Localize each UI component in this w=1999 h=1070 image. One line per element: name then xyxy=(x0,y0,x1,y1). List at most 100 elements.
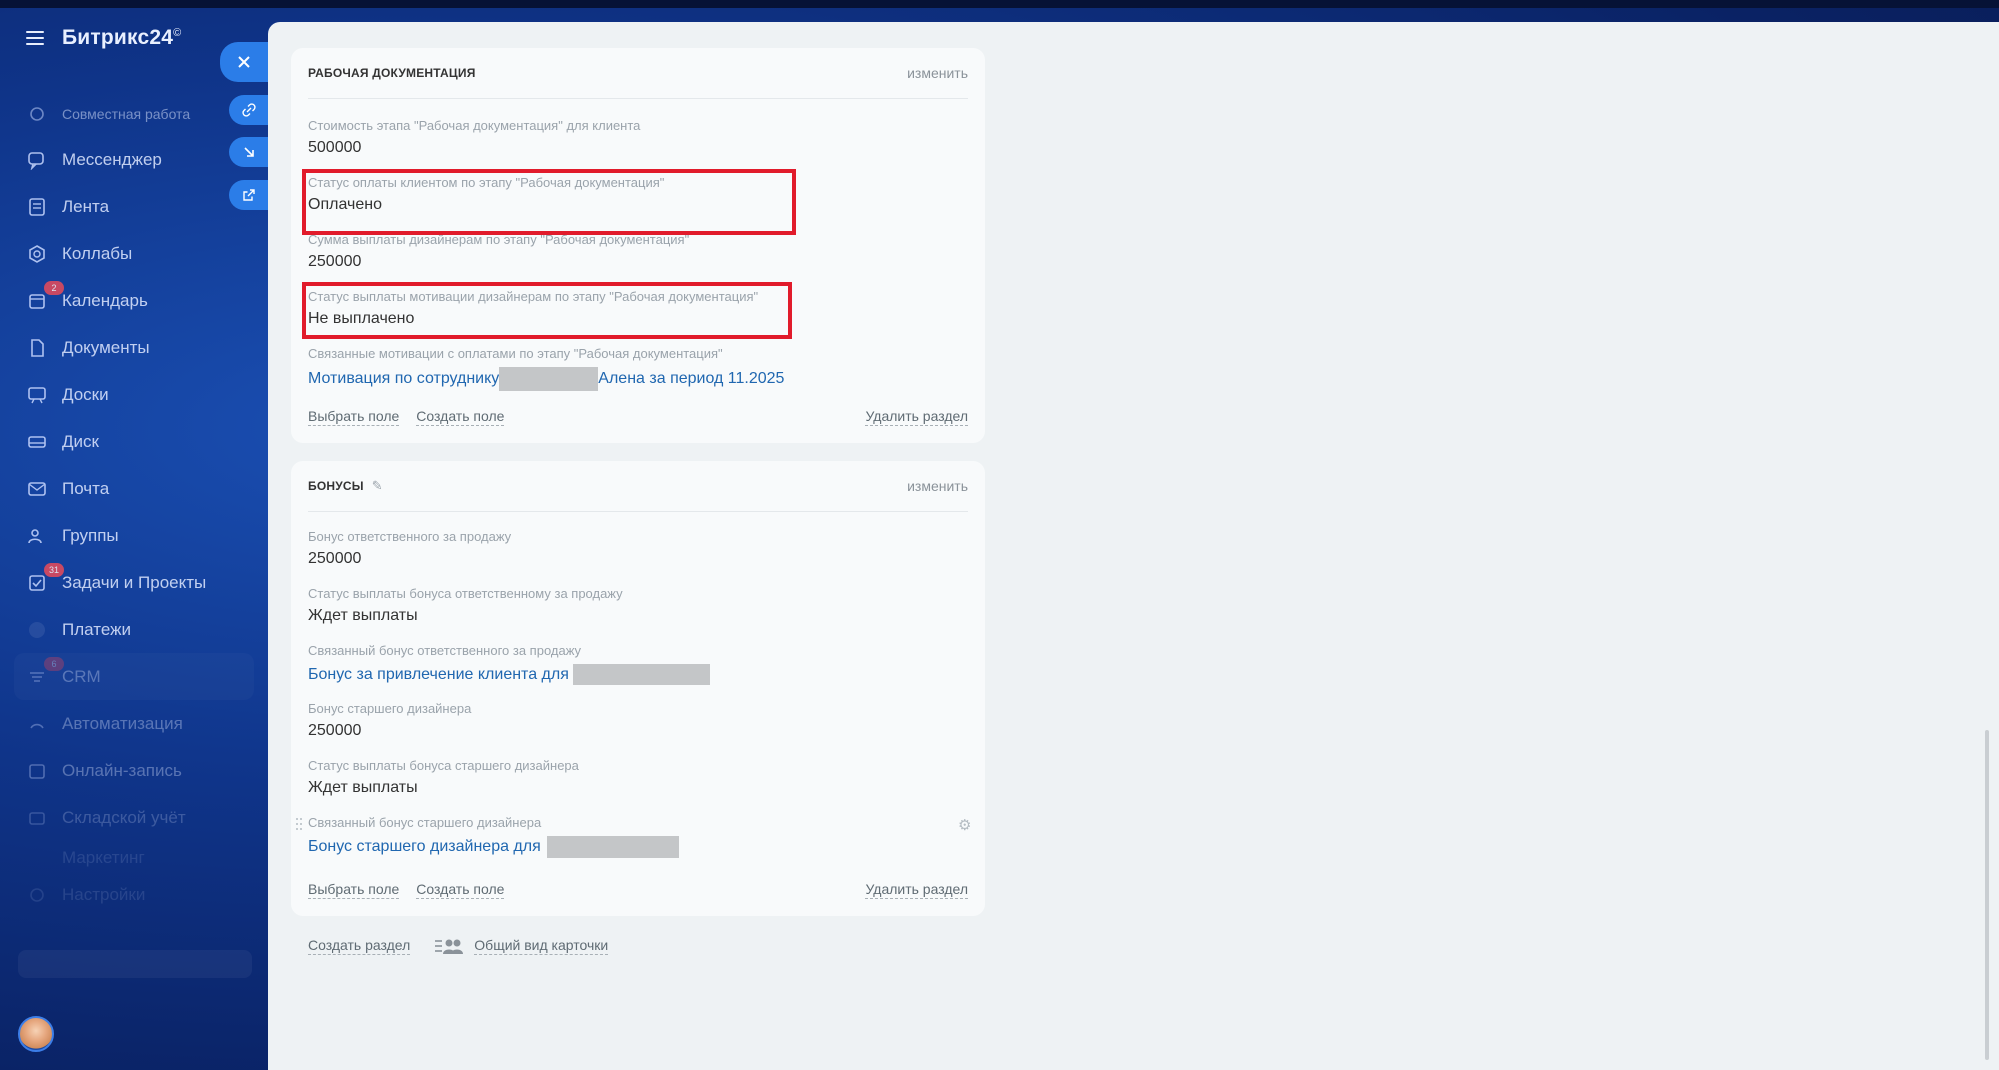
sidebar-item-label: Совместная работа xyxy=(62,106,191,122)
create-section-link[interactable]: Создать раздел xyxy=(308,937,411,955)
documents-icon xyxy=(26,337,48,359)
field-sales-bonus[interactable]: Бонус ответственного за продажу 250000 xyxy=(308,529,511,568)
menu-burger-icon[interactable] xyxy=(26,31,44,45)
mail-icon xyxy=(26,478,48,500)
field-value: 250000 xyxy=(308,253,362,270)
delete-section-link[interactable]: Удалить раздел xyxy=(865,881,968,899)
field-value: Ждет выплаты xyxy=(308,779,418,796)
copy-link-button[interactable] xyxy=(229,95,268,125)
brand: Битрикс24© xyxy=(26,26,181,50)
field-label: Статус выплаты бонуса старшего дизайнера xyxy=(308,758,579,773)
sidebar-item-label: Документы xyxy=(62,337,150,357)
close-slider-button[interactable] xyxy=(220,42,268,82)
select-field-link[interactable]: Выбрать поле xyxy=(308,408,400,426)
field-label: Стоимость этапа "Рабочая документация" д… xyxy=(308,118,641,133)
sidebar-item-collabs[interactable]: Коллабы xyxy=(14,230,254,277)
sidebar-item-label: Лента xyxy=(62,196,110,216)
field-senior-designer-bonus[interactable]: Бонус старшего дизайнера 250000 xyxy=(308,701,471,740)
field-label: Статус выплаты бонуса ответственному за … xyxy=(308,586,623,601)
inventory-icon xyxy=(26,807,48,829)
sidebar-item-feed[interactable]: Лента xyxy=(14,183,254,230)
sidebar-item-documents[interactable]: Документы xyxy=(14,324,254,371)
create-field-link[interactable]: Создать поле xyxy=(416,408,505,426)
senior-designer-bonus-link-text[interactable]: Бонус старшего дизайнера для xyxy=(308,838,541,856)
field-label: Связанный бонус ответственного за продаж… xyxy=(308,643,582,658)
sidebar-item-label: Доски xyxy=(62,384,109,404)
sidebar-item-label: Маркетинг xyxy=(62,848,145,867)
sidebar-item-calendar[interactable]: 2 Календарь xyxy=(14,277,254,324)
create-field-link[interactable]: Создать поле xyxy=(416,881,505,899)
crm-badge: 6 xyxy=(44,657,64,671)
sales-bonus-link[interactable]: Бонус за привлечение клиента для xyxy=(308,664,710,685)
external-link-icon xyxy=(242,189,255,201)
scrollbar[interactable] xyxy=(1985,730,1989,1060)
pencil-icon[interactable]: ✎ xyxy=(372,478,383,494)
section-edit-link[interactable]: изменить xyxy=(907,478,968,494)
section-title: РАБОЧАЯ ДОКУМЕНТАЦИЯ xyxy=(308,66,476,80)
sidebar-item-label: Почта xyxy=(62,478,110,498)
bottom-actions: Создать раздел Общий вид карточки xyxy=(308,937,609,955)
sidebar-item-disk[interactable]: Диск xyxy=(14,418,254,465)
booking-icon xyxy=(26,760,48,782)
delete-section-link[interactable]: Удалить раздел xyxy=(865,408,968,426)
drag-handle-icon[interactable] xyxy=(296,818,304,834)
sidebar-item-boards[interactable]: Доски xyxy=(14,371,254,418)
select-field-link[interactable]: Выбрать поле xyxy=(308,881,400,899)
sidebar-item-tasks[interactable]: 31 Задачи и Проекты xyxy=(14,559,254,606)
sidebar-bottom-bar xyxy=(18,950,252,978)
sales-bonus-link-text[interactable]: Бонус за привлечение клиента для xyxy=(308,666,569,684)
field-linked-senior-designer-bonus: Связанный бонус старшего дизайнера Бонус… xyxy=(308,815,679,858)
field-designer-payout-sum[interactable]: Сумма выплаты дизайнерам по этапу "Рабоч… xyxy=(308,232,689,271)
field-sales-bonus-status[interactable]: Статус выплаты бонуса ответственному за … xyxy=(308,586,623,625)
sidebar-item-label: Коллабы xyxy=(62,243,133,263)
open-new-window-button[interactable] xyxy=(229,180,268,210)
field-label: Связанный бонус старшего дизайнера xyxy=(308,815,542,830)
field-value: Ждет выплаты xyxy=(308,607,418,624)
tasks-icon xyxy=(26,572,48,594)
app-title[interactable]: Битрикс24© xyxy=(62,26,181,50)
sidebar-item-label: Платежи xyxy=(62,619,131,639)
calendar-badge: 2 xyxy=(44,281,64,295)
motivation-link-end[interactable]: Алена за период 11.2025 xyxy=(598,370,784,388)
highlight-box-payment-status xyxy=(302,169,796,235)
calendar-icon xyxy=(26,290,48,312)
field-value: 500000 xyxy=(308,139,362,156)
gear-icon[interactable]: ⚙ xyxy=(958,816,971,834)
motivation-link-start[interactable]: Мотивация по сотруднику xyxy=(308,370,499,388)
sidebar-item-automation[interactable]: Автоматизация xyxy=(14,700,254,747)
sidebar-item-marketing[interactable]: Маркетинг xyxy=(14,841,254,875)
redacted-name xyxy=(572,664,710,685)
senior-designer-bonus-link[interactable]: Бонус старшего дизайнера для xyxy=(308,836,679,858)
field-label: Связанные мотивации с оплатами по этапу … xyxy=(308,346,723,361)
sidebar-item-collab[interactable]: Совместная работа xyxy=(14,92,254,136)
redacted-name xyxy=(499,367,599,391)
sidebar-item-messenger[interactable]: Мессенджер xyxy=(14,136,254,183)
sidebar-item-booking[interactable]: Онлайн-запись xyxy=(14,747,254,794)
motivation-link[interactable]: Мотивация по сотруднику Алена за период … xyxy=(308,367,784,391)
sidebar-item-payments[interactable]: Платежи xyxy=(14,606,254,653)
field-linked-motivations: Связанные мотивации с оплатами по этапу … xyxy=(308,346,784,391)
sidebar-item-inventory[interactable]: Складской учёт xyxy=(14,794,254,841)
sidebar-item-settings[interactable]: Настройки xyxy=(14,875,254,915)
crm-icon xyxy=(26,666,48,688)
user-avatar[interactable] xyxy=(18,1016,54,1052)
card-view-link[interactable]: Общий вид карточки xyxy=(474,937,609,955)
section-title-text: БОНУСЫ xyxy=(308,479,364,493)
payments-icon xyxy=(26,619,48,641)
automation-icon xyxy=(26,713,48,735)
minimize-slider-button[interactable] xyxy=(229,137,268,167)
sidebar-item-mail[interactable]: Почта xyxy=(14,465,254,512)
sidebar-item-crm[interactable]: 6 CRM xyxy=(14,653,254,700)
section-edit-link[interactable]: изменить xyxy=(907,65,968,81)
sidebar-item-groups[interactable]: Группы xyxy=(14,512,254,559)
field-label: Бонус старшего дизайнера xyxy=(308,701,472,716)
settings-icon xyxy=(26,884,48,906)
field-stage-cost[interactable]: Стоимость этапа "Рабочая документация" д… xyxy=(308,118,640,157)
groups-icon xyxy=(26,525,48,547)
section-title: БОНУСЫ ✎ xyxy=(308,478,383,494)
sidebar-item-label: Автоматизация xyxy=(62,713,183,733)
sidebar-item-label: Настройки xyxy=(62,885,146,904)
field-senior-designer-bonus-status[interactable]: Статус выплаты бонуса старшего дизайнера… xyxy=(308,758,579,797)
sidebar-item-label: Складской учёт xyxy=(62,807,186,827)
card-view-icon xyxy=(434,937,464,955)
